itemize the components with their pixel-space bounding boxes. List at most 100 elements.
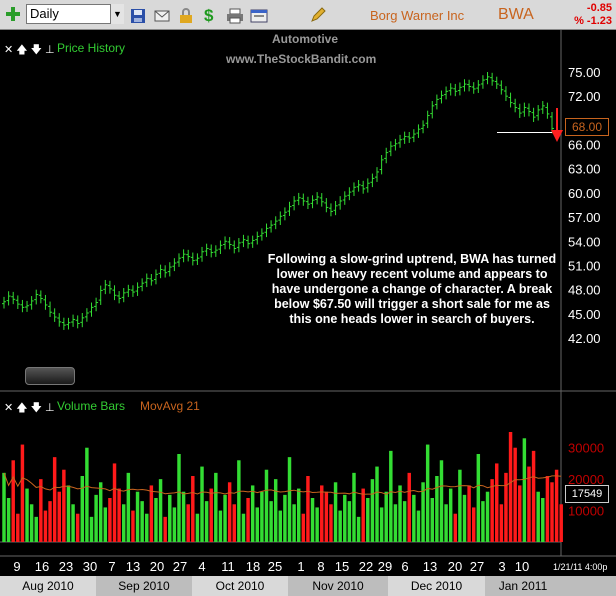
price-bar <box>126 284 131 298</box>
price-bar <box>181 249 186 263</box>
volume-bar <box>306 476 310 542</box>
volume-bar <box>439 460 444 542</box>
price-bar <box>513 98 518 113</box>
price-bar <box>476 80 481 93</box>
volume-bar <box>98 482 103 542</box>
volume-bar <box>20 444 25 542</box>
chart-scroll-button[interactable] <box>25 367 75 385</box>
volume-bar <box>278 510 283 542</box>
volume-bar <box>108 498 112 542</box>
volume-bar <box>241 513 246 542</box>
volume-bar <box>343 494 347 542</box>
price-bar <box>499 80 504 95</box>
volume-bar <box>508 432 513 542</box>
price-bar <box>130 285 135 297</box>
price-tick-label: 54.00 <box>568 234 601 249</box>
month-label: Sep 2010 <box>96 576 192 596</box>
price-bar <box>200 246 205 262</box>
price-bar <box>301 193 306 206</box>
volume-bar <box>301 513 306 542</box>
volume-bar <box>499 504 504 542</box>
volume-bar <box>338 510 342 542</box>
price-bar <box>209 244 214 258</box>
volume-bar <box>389 450 393 542</box>
volume-bar <box>435 476 439 542</box>
volume-bar <box>191 476 195 542</box>
volume-bar <box>453 513 458 542</box>
volume-bar <box>471 507 476 542</box>
date-tick-label: 27 <box>469 559 485 574</box>
price-bar <box>6 291 11 306</box>
price-bar <box>20 299 25 313</box>
price-panel-controls[interactable]: ✕ 🡅 🡇 ⊥ <box>4 41 55 60</box>
volume-bar <box>287 457 292 542</box>
volume-bar <box>531 450 536 542</box>
volume-panel-controls[interactable]: ✕ 🡅 🡇 ⊥ <box>4 399 55 418</box>
volume-bar <box>94 494 98 542</box>
price-bar <box>540 101 545 114</box>
chart-annotation: Following a slow-grind uptrend, BWA has … <box>267 252 557 326</box>
date-tick-label: 9 <box>13 559 21 574</box>
price-bar <box>227 237 232 250</box>
price-bar <box>430 101 435 119</box>
volume-bar <box>269 501 273 542</box>
date-tick-label: 6 <box>401 559 409 574</box>
volume-bar <box>140 501 144 542</box>
price-bar <box>453 83 458 97</box>
volume-bar <box>66 485 71 542</box>
price-bar <box>305 196 310 210</box>
price-bar <box>75 315 80 329</box>
volume-bar <box>333 482 338 542</box>
price-bar <box>176 253 181 267</box>
month-label: Nov 2010 <box>288 576 388 596</box>
price-bar <box>365 178 370 193</box>
volume-axis-ticks: 100002000030000 <box>568 441 604 519</box>
volume-bar <box>145 513 149 542</box>
volume-bar <box>200 466 204 542</box>
volume-bar <box>163 516 167 542</box>
volume-bar <box>273 479 278 542</box>
volume-bar <box>554 469 559 542</box>
volume-bar <box>29 504 34 542</box>
price-bar <box>508 92 513 108</box>
price-bar <box>204 243 209 256</box>
volume-bar <box>209 488 213 542</box>
volume-bar <box>71 504 75 542</box>
volume-bar <box>430 498 434 542</box>
date-tick-label: 22 <box>358 559 374 574</box>
watermark: www.TheStockBandit.com <box>226 52 377 66</box>
price-bar <box>351 182 356 196</box>
price-bar <box>246 235 251 249</box>
volume-bar <box>11 460 15 542</box>
price-bar <box>379 155 384 175</box>
volume-bar <box>255 507 260 542</box>
price-bar <box>421 120 426 134</box>
price-bar <box>43 294 48 310</box>
volume-bar <box>52 457 57 542</box>
volume-bar <box>117 488 121 542</box>
volume-bar <box>393 504 398 542</box>
date-tick-label: 18 <box>245 559 261 574</box>
date-tick-label: 25 <box>267 559 283 574</box>
moving-average-title: MovAvg 21 <box>140 399 200 413</box>
price-axis-ticks: 42.00 45.00 48.00 51.00 54.00 57.00 60.00 63.00… <box>568 65 601 346</box>
sector-label: Automotive <box>272 32 338 46</box>
volume-bar <box>227 482 232 542</box>
price-bar <box>223 236 228 250</box>
date-tick-label: 10 <box>514 559 530 574</box>
price-bar <box>61 317 66 330</box>
volume-bar <box>476 454 481 542</box>
price-bar <box>416 124 421 138</box>
price-bar <box>333 200 338 216</box>
volume-tick-label: 10000 <box>568 504 604 519</box>
price-bar <box>218 240 223 255</box>
volume-bar <box>559 504 563 542</box>
price-bar <box>310 195 315 209</box>
volume-bar <box>504 472 508 542</box>
volume-bar <box>398 485 402 542</box>
volume-bar <box>223 494 227 542</box>
volume-bar <box>545 476 550 542</box>
price-bar <box>328 203 333 217</box>
price-bar <box>11 291 16 305</box>
volume-bar <box>2 472 6 542</box>
